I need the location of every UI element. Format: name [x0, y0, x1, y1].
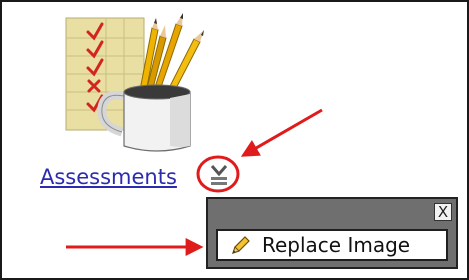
image-options-popup: X Replace Image: [206, 197, 458, 269]
close-button[interactable]: X: [434, 203, 452, 221]
screenshot-frame: Assessments X Replace Image: [0, 0, 469, 280]
replace-image-button[interactable]: Replace Image: [216, 229, 448, 261]
pencil-icon: [232, 236, 250, 254]
replace-image-label: Replace Image: [262, 233, 411, 257]
chevron-down-icon: [210, 165, 228, 185]
item-menu-button[interactable]: [208, 163, 230, 189]
assessments-link[interactable]: Assessments: [40, 165, 177, 189]
assessment-clipart-icon: [65, 13, 204, 152]
close-label: X: [437, 203, 449, 221]
